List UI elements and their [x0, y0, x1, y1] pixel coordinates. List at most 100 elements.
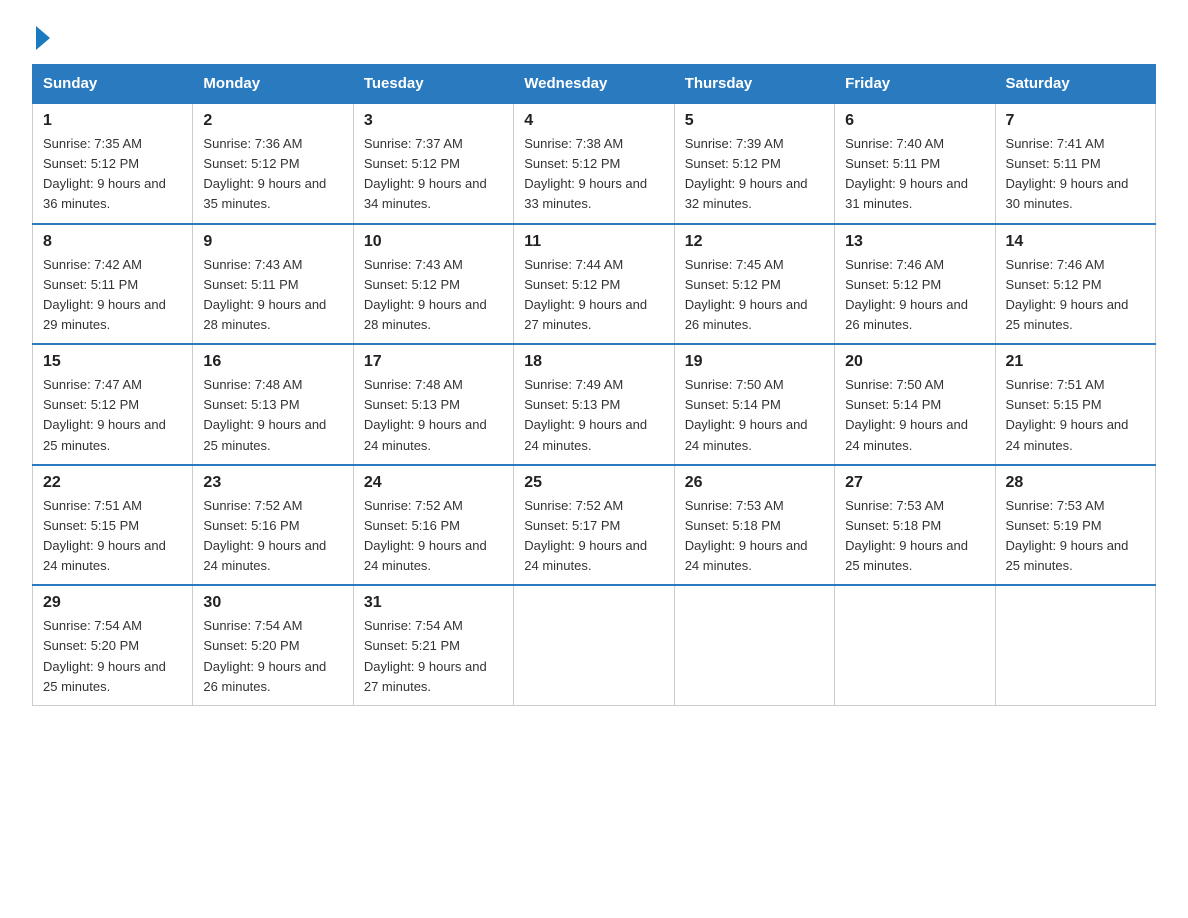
- day-number: 27: [845, 474, 984, 492]
- calendar-day-cell: 30Sunrise: 7:54 AMSunset: 5:20 PMDayligh…: [193, 585, 353, 705]
- day-info: Sunrise: 7:52 AMSunset: 5:17 PMDaylight:…: [524, 496, 663, 577]
- weekday-header-row: SundayMondayTuesdayWednesdayThursdayFrid…: [33, 65, 1156, 104]
- day-info: Sunrise: 7:49 AMSunset: 5:13 PMDaylight:…: [524, 375, 663, 456]
- day-number: 8: [43, 233, 182, 251]
- calendar-day-cell: 23 Sunrise: 7:52 AMSunset: 5:16 PMDayligh…: [193, 465, 353, 586]
- calendar-day-cell: 21 Sunrise: 7:51 AMSunset: 5:15 PMDayligh…: [995, 344, 1155, 465]
- day-number: 19: [685, 353, 824, 371]
- day-number: 10: [364, 233, 503, 251]
- calendar-day-cell: 7 Sunrise: 7:41 AMSunset: 5:11 PMDaylight…: [995, 103, 1155, 224]
- day-number: 5: [685, 112, 824, 130]
- day-info: Sunrise: 7:40 AMSunset: 5:11 PMDaylight:…: [845, 134, 984, 215]
- day-number: 18: [524, 353, 663, 371]
- day-number: 28: [1006, 474, 1145, 492]
- calendar-day-cell: 20 Sunrise: 7:50 AMSunset: 5:14 PMDayligh…: [835, 344, 995, 465]
- calendar-table: SundayMondayTuesdayWednesdayThursdayFrid…: [32, 64, 1156, 706]
- day-number: 29: [43, 594, 182, 612]
- day-info: Sunrise: 7:41 AMSunset: 5:11 PMDaylight:…: [1006, 134, 1145, 215]
- calendar-day-cell: 18 Sunrise: 7:49 AMSunset: 5:13 PMDayligh…: [514, 344, 674, 465]
- day-info: Sunrise: 7:37 AMSunset: 5:12 PMDaylight:…: [364, 134, 503, 215]
- calendar-day-cell: 29 Sunrise: 7:54 AMSunset: 5:20 PMDayligh…: [33, 585, 193, 705]
- calendar-day-cell: [835, 585, 995, 705]
- weekday-header-monday: Monday: [193, 65, 353, 104]
- day-number: 15: [43, 353, 182, 371]
- calendar-day-cell: 17Sunrise: 7:48 AMSunset: 5:13 PMDayligh…: [353, 344, 513, 465]
- calendar-day-cell: 8 Sunrise: 7:42 AMSunset: 5:11 PMDaylight…: [33, 224, 193, 345]
- calendar-day-cell: [514, 585, 674, 705]
- calendar-day-cell: 2Sunrise: 7:36 AMSunset: 5:12 PMDaylight…: [193, 103, 353, 224]
- calendar-week-row: 1Sunrise: 7:35 AMSunset: 5:12 PMDaylight…: [33, 103, 1156, 224]
- weekday-header-saturday: Saturday: [995, 65, 1155, 104]
- day-number: 6: [845, 112, 984, 130]
- day-number: 26: [685, 474, 824, 492]
- calendar-week-row: 8 Sunrise: 7:42 AMSunset: 5:11 PMDaylight…: [33, 224, 1156, 345]
- day-number: 21: [1006, 353, 1145, 371]
- day-number: 12: [685, 233, 824, 251]
- calendar-day-cell: 24 Sunrise: 7:52 AMSunset: 5:16 PMDayligh…: [353, 465, 513, 586]
- day-number: 7: [1006, 112, 1145, 130]
- calendar-day-cell: [674, 585, 834, 705]
- calendar-day-cell: 19 Sunrise: 7:50 AMSunset: 5:14 PMDayligh…: [674, 344, 834, 465]
- day-info: Sunrise: 7:48 AMSunset: 5:13 PMDaylight:…: [364, 375, 503, 456]
- calendar-day-cell: 26 Sunrise: 7:53 AMSunset: 5:18 PMDayligh…: [674, 465, 834, 586]
- day-info: Sunrise: 7:54 AMSunset: 5:20 PMDaylight:…: [43, 616, 182, 697]
- day-info: Sunrise: 7:54 AMSunset: 5:21 PMDaylight:…: [364, 616, 503, 697]
- calendar-day-cell: 25Sunrise: 7:52 AMSunset: 5:17 PMDayligh…: [514, 465, 674, 586]
- day-number: 9: [203, 233, 342, 251]
- day-info: Sunrise: 7:38 AMSunset: 5:12 PMDaylight:…: [524, 134, 663, 215]
- day-number: 16: [203, 353, 342, 371]
- calendar-day-cell: 5 Sunrise: 7:39 AMSunset: 5:12 PMDaylight…: [674, 103, 834, 224]
- day-number: 20: [845, 353, 984, 371]
- day-info: Sunrise: 7:51 AMSunset: 5:15 PMDaylight:…: [1006, 375, 1145, 456]
- day-info: Sunrise: 7:43 AMSunset: 5:11 PMDaylight:…: [203, 255, 342, 336]
- day-number: 13: [845, 233, 984, 251]
- calendar-day-cell: 31 Sunrise: 7:54 AMSunset: 5:21 PMDayligh…: [353, 585, 513, 705]
- page-header: [32, 24, 1156, 46]
- calendar-day-cell: 1Sunrise: 7:35 AMSunset: 5:12 PMDaylight…: [33, 103, 193, 224]
- weekday-header-friday: Friday: [835, 65, 995, 104]
- day-info: Sunrise: 7:44 AMSunset: 5:12 PMDaylight:…: [524, 255, 663, 336]
- day-info: Sunrise: 7:47 AMSunset: 5:12 PMDaylight:…: [43, 375, 182, 456]
- weekday-header-thursday: Thursday: [674, 65, 834, 104]
- calendar-day-cell: 16Sunrise: 7:48 AMSunset: 5:13 PMDayligh…: [193, 344, 353, 465]
- calendar-day-cell: 28 Sunrise: 7:53 AMSunset: 5:19 PMDayligh…: [995, 465, 1155, 586]
- logo-arrow-icon: [36, 26, 50, 50]
- calendar-day-cell: 3 Sunrise: 7:37 AMSunset: 5:12 PMDaylight…: [353, 103, 513, 224]
- weekday-header-wednesday: Wednesday: [514, 65, 674, 104]
- day-info: Sunrise: 7:50 AMSunset: 5:14 PMDaylight:…: [845, 375, 984, 456]
- day-info: Sunrise: 7:53 AMSunset: 5:19 PMDaylight:…: [1006, 496, 1145, 577]
- day-info: Sunrise: 7:43 AMSunset: 5:12 PMDaylight:…: [364, 255, 503, 336]
- day-info: Sunrise: 7:50 AMSunset: 5:14 PMDaylight:…: [685, 375, 824, 456]
- calendar-day-cell: 9 Sunrise: 7:43 AMSunset: 5:11 PMDaylight…: [193, 224, 353, 345]
- day-number: 24: [364, 474, 503, 492]
- calendar-day-cell: 15 Sunrise: 7:47 AMSunset: 5:12 PMDayligh…: [33, 344, 193, 465]
- day-info: Sunrise: 7:46 AMSunset: 5:12 PMDaylight:…: [1006, 255, 1145, 336]
- day-number: 31: [364, 594, 503, 612]
- day-info: Sunrise: 7:53 AMSunset: 5:18 PMDaylight:…: [845, 496, 984, 577]
- calendar-week-row: 29 Sunrise: 7:54 AMSunset: 5:20 PMDayligh…: [33, 585, 1156, 705]
- day-info: Sunrise: 7:39 AMSunset: 5:12 PMDaylight:…: [685, 134, 824, 215]
- calendar-week-row: 15 Sunrise: 7:47 AMSunset: 5:12 PMDayligh…: [33, 344, 1156, 465]
- day-info: Sunrise: 7:46 AMSunset: 5:12 PMDaylight:…: [845, 255, 984, 336]
- day-info: Sunrise: 7:45 AMSunset: 5:12 PMDaylight:…: [685, 255, 824, 336]
- day-number: 4: [524, 112, 663, 130]
- day-info: Sunrise: 7:51 AMSunset: 5:15 PMDaylight:…: [43, 496, 182, 577]
- day-info: Sunrise: 7:52 AMSunset: 5:16 PMDaylight:…: [203, 496, 342, 577]
- day-number: 2: [203, 112, 342, 130]
- calendar-day-cell: 12 Sunrise: 7:45 AMSunset: 5:12 PMDayligh…: [674, 224, 834, 345]
- calendar-day-cell: 27 Sunrise: 7:53 AMSunset: 5:18 PMDayligh…: [835, 465, 995, 586]
- day-number: 23: [203, 474, 342, 492]
- weekday-header-tuesday: Tuesday: [353, 65, 513, 104]
- day-info: Sunrise: 7:52 AMSunset: 5:16 PMDaylight:…: [364, 496, 503, 577]
- day-number: 14: [1006, 233, 1145, 251]
- day-number: 22: [43, 474, 182, 492]
- calendar-day-cell: 11 Sunrise: 7:44 AMSunset: 5:12 PMDayligh…: [514, 224, 674, 345]
- day-info: Sunrise: 7:53 AMSunset: 5:18 PMDaylight:…: [685, 496, 824, 577]
- calendar-day-cell: 6 Sunrise: 7:40 AMSunset: 5:11 PMDaylight…: [835, 103, 995, 224]
- calendar-day-cell: 10 Sunrise: 7:43 AMSunset: 5:12 PMDayligh…: [353, 224, 513, 345]
- day-info: Sunrise: 7:42 AMSunset: 5:11 PMDaylight:…: [43, 255, 182, 336]
- day-number: 3: [364, 112, 503, 130]
- weekday-header-sunday: Sunday: [33, 65, 193, 104]
- day-number: 11: [524, 233, 663, 251]
- calendar-day-cell: 22 Sunrise: 7:51 AMSunset: 5:15 PMDayligh…: [33, 465, 193, 586]
